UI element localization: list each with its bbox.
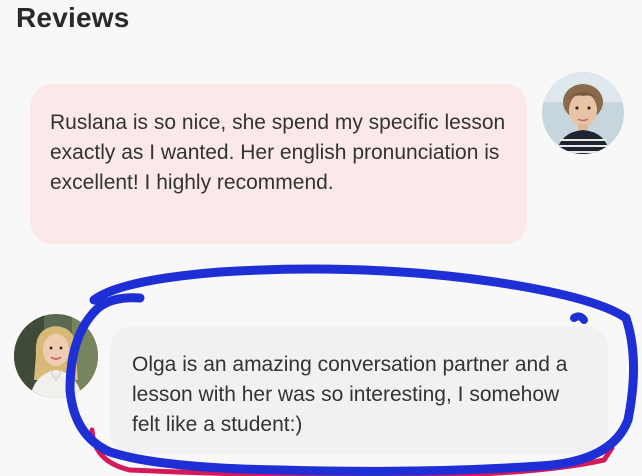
reviewer-avatar-1[interactable] bbox=[542, 72, 624, 154]
review-text-2: Olga is an amazing conversation partner … bbox=[132, 353, 568, 436]
reviews-title: Reviews bbox=[16, 2, 130, 33]
review-bubble-1: Ruslana is so nice, she spend my specifi… bbox=[30, 84, 527, 244]
review-text-1: Ruslana is so nice, she spend my specifi… bbox=[50, 111, 506, 194]
review-bubble-2: Olga is an amazing conversation partner … bbox=[110, 326, 608, 454]
reviewer-avatar-2[interactable] bbox=[14, 314, 98, 398]
